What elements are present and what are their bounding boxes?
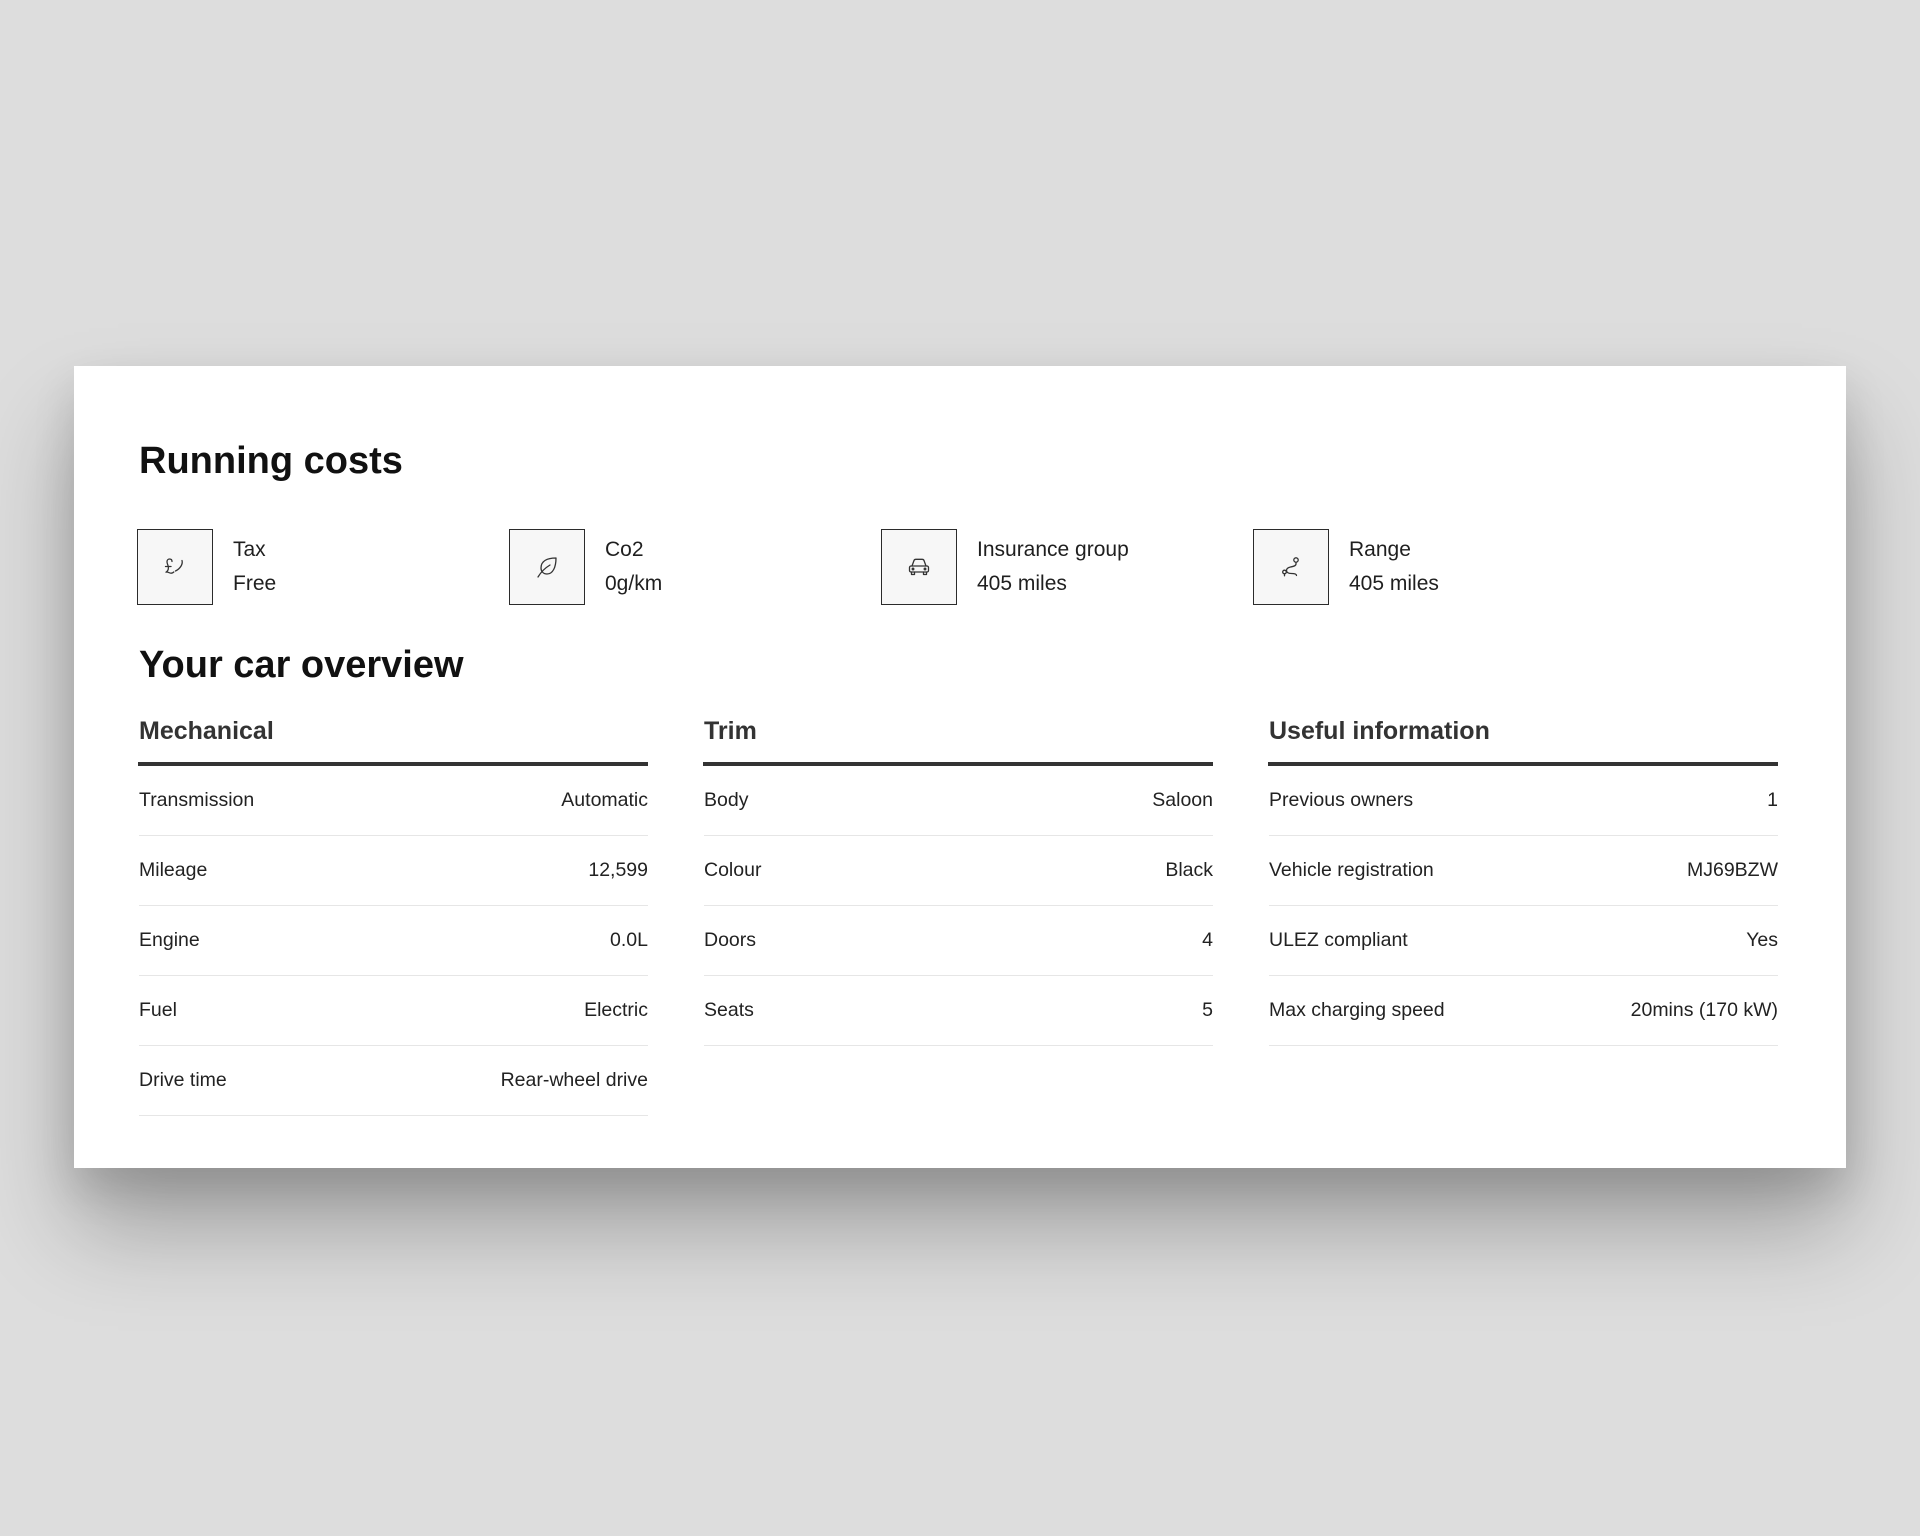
row-label: Vehicle registration (1269, 859, 1434, 881)
car-overview-title: Your car overview (139, 644, 464, 686)
table-row: Fuel Electric (139, 976, 648, 1046)
row-label: Drive time (139, 1069, 227, 1091)
table-row: Seats 5 (704, 976, 1213, 1046)
pound-tax-icon (137, 529, 213, 605)
useful-information-column: Useful information Previous owners 1 Veh… (1268, 714, 1778, 1046)
cost-item-co2: Co2 0g/km (509, 527, 662, 607)
row-value: Automatic (561, 789, 648, 811)
row-label: ULEZ compliant (1269, 929, 1408, 951)
row-label: Transmission (139, 789, 255, 811)
table-row: Doors 4 (704, 906, 1213, 976)
tax-label: Tax (233, 538, 266, 561)
row-value: 0.0L (610, 929, 648, 951)
row-label: Seats (704, 999, 754, 1021)
range-label: Range (1349, 538, 1411, 561)
table-row: Colour Black (704, 836, 1213, 906)
co2-label: Co2 (605, 538, 644, 561)
row-label: Doors (704, 929, 757, 951)
trim-header: Trim (703, 714, 1213, 766)
insurance-group-label: Insurance group (977, 538, 1129, 561)
row-value: Saloon (1152, 789, 1213, 811)
mechanical-column: Mechanical Transmission Automatic Mileag… (138, 714, 648, 1116)
row-value: 20mins (170 kW) (1630, 999, 1778, 1021)
row-value: Yes (1746, 929, 1778, 951)
row-value: Electric (584, 999, 648, 1021)
range-value: 405 miles (1349, 572, 1439, 595)
table-row: Drive time Rear-wheel drive (139, 1046, 648, 1116)
leaf-icon (509, 529, 585, 605)
car-details-card: Running costs Tax Free Co2 0g/km Insuran… (74, 366, 1846, 1168)
row-value: Black (1165, 859, 1213, 881)
table-row: Mileage 12,599 (139, 836, 648, 906)
row-label: Previous owners (1269, 789, 1414, 811)
useful-information-header: Useful information (1268, 714, 1778, 766)
row-label: Engine (139, 929, 200, 951)
row-value: 12,599 (588, 859, 648, 881)
table-row: Previous owners 1 (1269, 766, 1778, 836)
cost-item-range: Range 405 miles (1253, 527, 1439, 607)
row-value: 1 (1767, 789, 1778, 811)
cost-item-tax: Tax Free (137, 527, 276, 607)
running-costs-title: Running costs (139, 440, 403, 482)
car-icon (881, 529, 957, 605)
route-icon (1253, 529, 1329, 605)
tax-value: Free (233, 572, 277, 595)
mechanical-header: Mechanical (138, 714, 648, 766)
insurance-group-value: 405 miles (977, 572, 1067, 595)
row-label: Fuel (139, 999, 177, 1021)
co2-value: 0g/km (605, 572, 663, 595)
row-value: MJ69BZW (1686, 859, 1778, 881)
row-value: 5 (1202, 999, 1213, 1021)
row-label: Colour (704, 859, 762, 881)
row-value: 4 (1202, 929, 1213, 951)
table-row: Transmission Automatic (139, 766, 648, 836)
table-row: ULEZ compliant Yes (1269, 906, 1778, 976)
table-row: Engine 0.0L (139, 906, 648, 976)
row-label: Max charging speed (1269, 999, 1445, 1021)
cost-item-insurance: Insurance group 405 miles (881, 527, 1129, 607)
trim-column: Trim Body Saloon Colour Black Doors 4 Se… (703, 714, 1213, 1046)
table-row: Max charging speed 20mins (170 kW) (1269, 976, 1778, 1046)
row-value: Rear-wheel drive (500, 1069, 648, 1091)
table-row: Body Saloon (704, 766, 1213, 836)
table-row: Vehicle registration MJ69BZW (1269, 836, 1778, 906)
row-label: Body (704, 789, 749, 811)
row-label: Mileage (139, 859, 208, 881)
